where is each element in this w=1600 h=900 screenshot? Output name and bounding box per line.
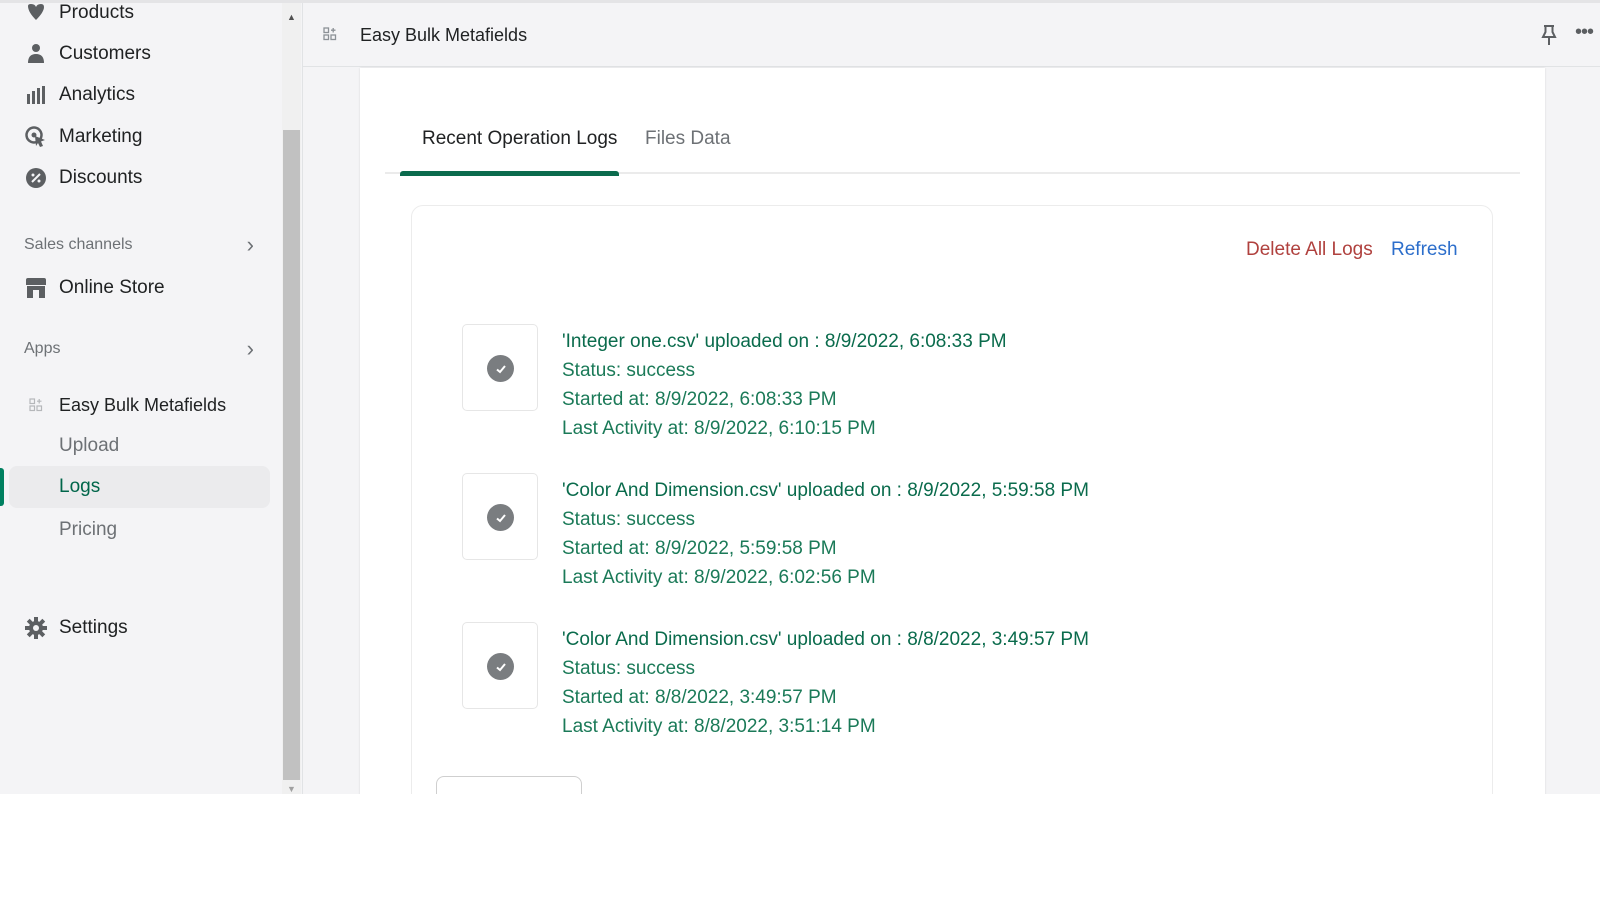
log-last-activity: Last Activity at: 8/8/2022, 3:51:14 PM bbox=[562, 716, 876, 737]
tab-files-data[interactable]: Files Data bbox=[645, 128, 731, 174]
sidebar-item-label: Analytics bbox=[59, 84, 136, 105]
log-started-at: Started at: 8/9/2022, 6:08:33 PM bbox=[562, 389, 837, 410]
target-icon bbox=[24, 125, 48, 149]
sidebar-subitem-upload[interactable]: Upload bbox=[0, 425, 270, 467]
main-content: Easy Bulk Metafields ••• Recent Operatio… bbox=[302, 3, 1600, 794]
check-circle-icon bbox=[487, 355, 514, 382]
log-status: Status: success bbox=[562, 360, 696, 381]
log-entry: 'Color And Dimension.csv' uploaded on : … bbox=[462, 622, 1362, 752]
log-thumbnail bbox=[462, 324, 538, 411]
pin-icon[interactable] bbox=[1541, 25, 1557, 52]
check-circle-icon bbox=[487, 504, 514, 531]
log-entry: 'Color And Dimension.csv' uploaded on : … bbox=[462, 473, 1362, 603]
tag-icon bbox=[24, 3, 48, 25]
sidebar-item-online-store[interactable]: Online Store bbox=[0, 268, 270, 308]
sidebar-item-analytics[interactable]: Analytics bbox=[0, 75, 270, 115]
log-title: 'Color And Dimension.csv' uploaded on : … bbox=[562, 629, 1089, 650]
sales-channels-header[interactable]: Sales channels › bbox=[24, 230, 254, 260]
sidebar-item-discounts[interactable]: Discounts bbox=[0, 158, 270, 198]
apps-label: Apps bbox=[24, 340, 61, 357]
log-started-at: Started at: 8/9/2022, 5:59:58 PM bbox=[562, 538, 837, 559]
person-icon bbox=[24, 42, 48, 66]
app-grid-icon bbox=[24, 393, 48, 417]
app-viewport: Products Customers Analytics Marketing D… bbox=[0, 0, 1600, 794]
sidebar-item-label: Products bbox=[59, 2, 134, 23]
discount-icon bbox=[24, 166, 48, 190]
app-title-bar: Easy Bulk Metafields ••• bbox=[303, 3, 1600, 67]
tab-recent-operation-logs[interactable]: Recent Operation Logs bbox=[422, 128, 617, 174]
gear-icon bbox=[24, 616, 48, 640]
log-title: 'Color And Dimension.csv' uploaded on : … bbox=[562, 480, 1089, 501]
sidebar-item-marketing[interactable]: Marketing bbox=[0, 117, 270, 157]
log-thumbnail bbox=[462, 473, 538, 560]
sidebar-subitem-label: Upload bbox=[59, 435, 120, 456]
sidebar-item-label: Online Store bbox=[59, 277, 165, 298]
active-indicator bbox=[0, 468, 4, 506]
bar-chart-icon bbox=[24, 83, 48, 107]
load-more-button[interactable] bbox=[436, 776, 582, 794]
log-status: Status: success bbox=[562, 509, 696, 530]
app-grid-icon bbox=[323, 27, 337, 46]
active-tab-indicator bbox=[400, 171, 619, 176]
apps-header[interactable]: Apps › bbox=[24, 334, 254, 364]
log-status: Status: success bbox=[562, 658, 696, 679]
logs-card: Recent Operation Logs Files Data Delete … bbox=[360, 68, 1545, 794]
sidebar-subitem-label: Logs bbox=[59, 476, 101, 497]
log-last-activity: Last Activity at: 8/9/2022, 6:02:56 PM bbox=[562, 567, 876, 588]
check-circle-icon bbox=[487, 653, 514, 680]
sidebar-subitem-logs[interactable]: Logs bbox=[9, 466, 270, 508]
scroll-up-arrow-icon[interactable]: ▲ bbox=[282, 8, 301, 25]
sidebar: Products Customers Analytics Marketing D… bbox=[0, 3, 282, 794]
tab-bar: Recent Operation Logs Files Data bbox=[385, 118, 1520, 176]
chevron-right-icon[interactable]: › bbox=[247, 336, 254, 362]
sidebar-item-products[interactable]: Products bbox=[0, 2, 270, 33]
delete-all-logs-button[interactable]: Delete All Logs bbox=[1246, 239, 1373, 261]
sidebar-subitem-pricing[interactable]: Pricing bbox=[0, 509, 270, 551]
sidebar-subitem-label: Pricing bbox=[59, 519, 118, 540]
log-entry: 'Integer one.csv' uploaded on : 8/9/2022… bbox=[462, 324, 1362, 454]
sidebar-scrollbar[interactable]: ▲ ▼ bbox=[282, 3, 301, 794]
log-title: 'Integer one.csv' uploaded on : 8/9/2022… bbox=[562, 331, 1007, 352]
sidebar-item-label: Discounts bbox=[59, 167, 143, 188]
sidebar-item-label: Easy Bulk Metafields bbox=[59, 394, 227, 415]
sidebar-item-label: Customers bbox=[59, 43, 151, 64]
sidebar-item-label: Marketing bbox=[59, 126, 143, 147]
more-actions-icon[interactable]: ••• bbox=[1575, 21, 1594, 44]
logs-panel: Delete All Logs Refresh 'Integer one.csv… bbox=[411, 205, 1493, 794]
sales-channels-label: Sales channels bbox=[24, 236, 133, 253]
log-started-at: Started at: 8/8/2022, 3:49:57 PM bbox=[562, 687, 837, 708]
sidebar-item-label: Settings bbox=[59, 617, 128, 638]
sidebar-item-easy-bulk-metafields[interactable]: Easy Bulk Metafields bbox=[0, 385, 270, 425]
scrollbar-thumb[interactable] bbox=[283, 130, 300, 780]
scroll-down-arrow-icon[interactable]: ▼ bbox=[282, 780, 301, 794]
log-last-activity: Last Activity at: 8/9/2022, 6:10:15 PM bbox=[562, 418, 876, 439]
log-thumbnail bbox=[462, 622, 538, 709]
sidebar-item-settings[interactable]: Settings bbox=[0, 608, 270, 648]
sidebar-item-customers[interactable]: Customers bbox=[0, 34, 270, 74]
app-title: Easy Bulk Metafields bbox=[360, 25, 528, 45]
store-icon bbox=[24, 276, 48, 300]
refresh-button[interactable]: Refresh bbox=[1391, 239, 1458, 261]
chevron-right-icon[interactable]: › bbox=[247, 232, 254, 258]
